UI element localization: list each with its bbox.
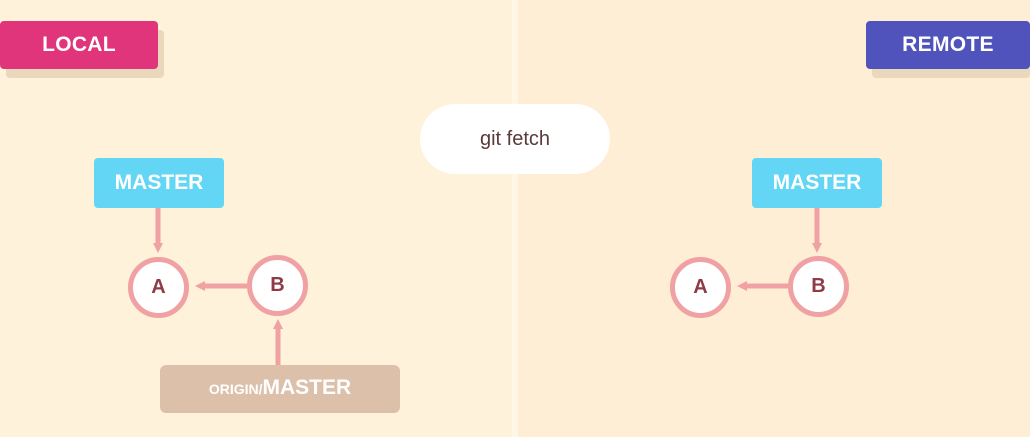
origin-master-ref: ORIGIN/MASTER [160, 365, 400, 413]
remote-commit-b: B [788, 256, 849, 317]
remote-commit-a: A [670, 257, 731, 318]
remote-master-ref: MASTER [752, 158, 882, 208]
origin-prefix: ORIGIN/ [208, 381, 263, 397]
local-commit-a: A [128, 257, 189, 318]
local-commit-b: B [247, 255, 308, 316]
local-master-ref: MASTER [94, 158, 224, 208]
arrows-layer [153, 208, 822, 365]
origin-branch: MASTER [262, 376, 352, 399]
